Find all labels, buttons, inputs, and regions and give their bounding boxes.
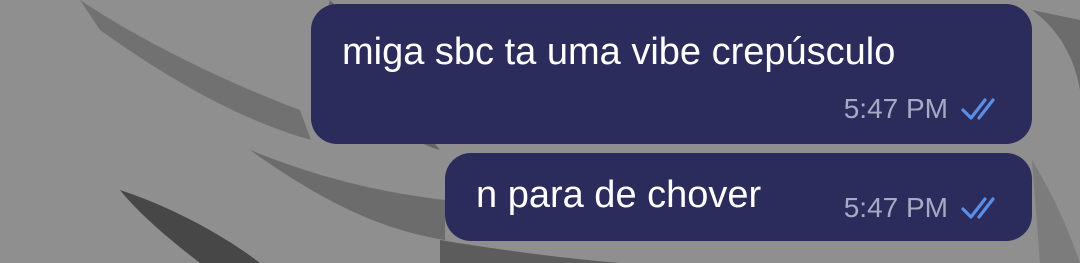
message-text: n para de chover: [476, 174, 762, 216]
double-check-icon: [961, 98, 995, 120]
message-time: 5:47 PM: [843, 93, 948, 124]
message-meta: 5:47 PM: [844, 191, 1004, 225]
message-text: miga sbc ta uma vibe crepúsculo: [342, 31, 896, 73]
message-meta: 5:47 PM: [844, 92, 1004, 126]
message-bubble[interactable]: miga sbc ta uma vibe crepúsculo 5:47 PM: [311, 4, 1032, 144]
message-bubble[interactable]: n para de chover 5:47 PM: [445, 153, 1032, 241]
double-check-icon: [961, 197, 995, 219]
message-time: 5:47 PM: [843, 192, 948, 223]
